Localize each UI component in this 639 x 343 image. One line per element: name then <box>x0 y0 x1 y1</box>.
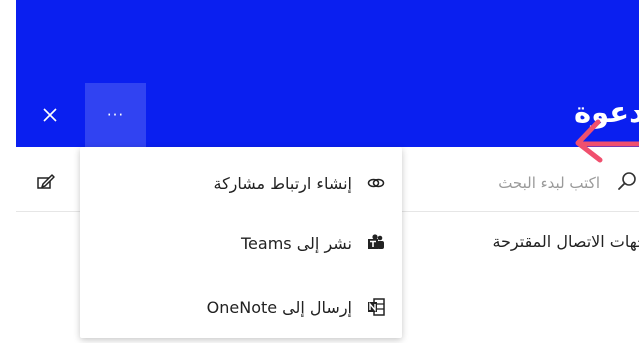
link-icon <box>366 173 386 193</box>
edit-icon <box>37 174 55 189</box>
search-input[interactable] <box>440 170 600 196</box>
menu-item-post-to-teams[interactable]: نشر إلى Teams <box>80 217 402 269</box>
close-button[interactable] <box>22 85 78 145</box>
menu-item-label: إنشاء ارتباط مشاركة <box>213 173 352 193</box>
left-edge <box>0 0 16 343</box>
more-options-menu: إنشاء ارتباط مشاركة نشر إلى Teams إرسال … <box>80 147 402 338</box>
teams-icon <box>366 233 386 253</box>
menu-item-send-to-onenote[interactable]: إرسال إلى OneNote <box>80 281 402 333</box>
close-icon <box>43 108 57 122</box>
search-icon <box>617 170 639 192</box>
suggested-contacts-heading: جهات الاتصال المقترحة <box>492 232 639 251</box>
arrow-annotation-icon <box>575 119 639 163</box>
edit-button[interactable] <box>36 172 56 192</box>
menu-item-label: إرسال إلى OneNote <box>206 297 352 317</box>
more-options-button[interactable]: ··· <box>85 83 146 147</box>
menu-item-create-share-link[interactable]: إنشاء ارتباط مشاركة <box>80 157 402 209</box>
header-bar: ··· دعوة <box>0 0 639 147</box>
onenote-icon <box>366 297 386 317</box>
menu-item-label: نشر إلى Teams <box>240 233 352 253</box>
